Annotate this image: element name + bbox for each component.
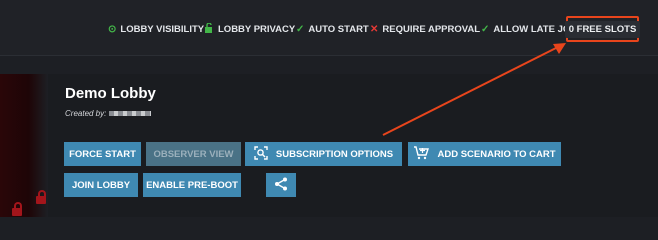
- lock-icon: [12, 202, 22, 216]
- created-by-label: Created by:: [65, 109, 107, 118]
- lobby-status-bar: ⊙ LOBBY VISIBILITY LOBBY PRIVACY ✓ AUTO …: [0, 0, 658, 56]
- button-label: ENABLE PRE-BOOT: [146, 179, 238, 191]
- lobby-title: Demo Lobby: [65, 85, 156, 102]
- status-auto-start: ✓ AUTO START: [296, 22, 369, 36]
- unlock-icon: [204, 21, 214, 36]
- status-label: AUTO START: [308, 23, 369, 35]
- eye-icon: ⊙: [108, 23, 117, 35]
- cart-add-icon: [413, 146, 430, 162]
- x-icon: ✕: [370, 23, 379, 35]
- subscription-options-button[interactable]: SUBSCRIPTION OPTIONS: [245, 142, 402, 166]
- button-label: OBSERVER VIEW: [153, 148, 234, 160]
- status-lobby-privacy: LOBBY PRIVACY: [204, 21, 296, 36]
- button-label: ADD SCENARIO TO CART: [437, 148, 556, 160]
- search-icon: [254, 146, 268, 162]
- button-label: FORCE START: [69, 148, 136, 160]
- button-label: JOIN LOBBY: [71, 179, 131, 191]
- status-label: REQUIRE APPROVAL: [382, 23, 481, 35]
- button-label: SUBSCRIPTION OPTIONS: [275, 148, 394, 160]
- check-icon: ✓: [296, 23, 305, 35]
- lock-icon: [36, 190, 46, 204]
- redacted-username: [109, 111, 152, 116]
- status-lobby-visibility: ⊙ LOBBY VISIBILITY: [108, 22, 204, 36]
- enable-pre-boot-button[interactable]: ENABLE PRE-BOOT: [143, 173, 241, 197]
- share-icon: [274, 177, 288, 194]
- join-lobby-button[interactable]: JOIN LOBBY: [64, 173, 138, 197]
- share-button[interactable]: [266, 173, 296, 197]
- observer-view-button[interactable]: OBSERVER VIEW: [146, 142, 241, 166]
- status-require-approval: ✕ REQUIRE APPROVAL: [370, 22, 480, 36]
- status-label: LOBBY PRIVACY: [218, 23, 296, 35]
- free-slots-highlight: 0 FREE SLOTS: [564, 16, 641, 42]
- created-by: Created by:: [65, 109, 152, 118]
- side-decoration: [0, 74, 48, 217]
- free-slots-badge: 0 FREE SLOTS: [564, 20, 641, 38]
- status-label: LOBBY VISIBILITY: [120, 23, 205, 35]
- force-start-button[interactable]: FORCE START: [64, 142, 141, 166]
- add-scenario-to-cart-button[interactable]: ADD SCENARIO TO CART: [408, 142, 561, 166]
- check-icon: ✓: [481, 23, 490, 35]
